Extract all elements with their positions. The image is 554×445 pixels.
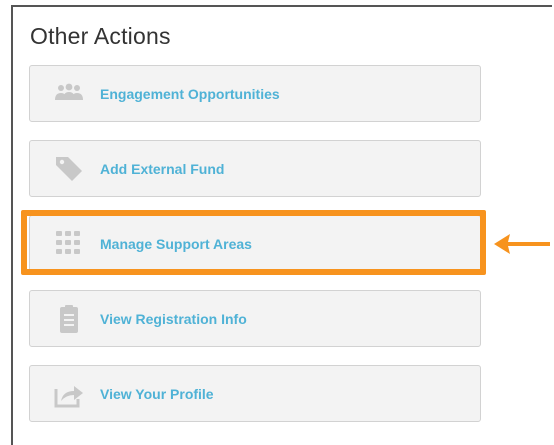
add-external-fund-button[interactable]: Add External Fund xyxy=(29,140,481,197)
view-your-profile-button[interactable]: View Your Profile xyxy=(29,365,481,422)
clipboard-icon xyxy=(52,304,86,334)
highlight-box xyxy=(21,210,486,275)
view-registration-info-button[interactable]: View Registration Info xyxy=(29,290,481,347)
pointer-arrow-icon xyxy=(492,232,552,256)
action-label: Add External Fund xyxy=(100,161,225,177)
people-group-icon xyxy=(52,79,86,109)
action-label: View Registration Info xyxy=(100,311,247,327)
action-label: View Your Profile xyxy=(100,386,214,402)
action-label: Engagement Opportunities xyxy=(100,86,280,102)
tag-icon xyxy=(52,154,86,184)
engagement-opportunities-button[interactable]: Engagement Opportunities xyxy=(29,65,481,122)
panel-title: Other Actions xyxy=(30,23,171,49)
share-arrow-icon xyxy=(52,379,86,409)
